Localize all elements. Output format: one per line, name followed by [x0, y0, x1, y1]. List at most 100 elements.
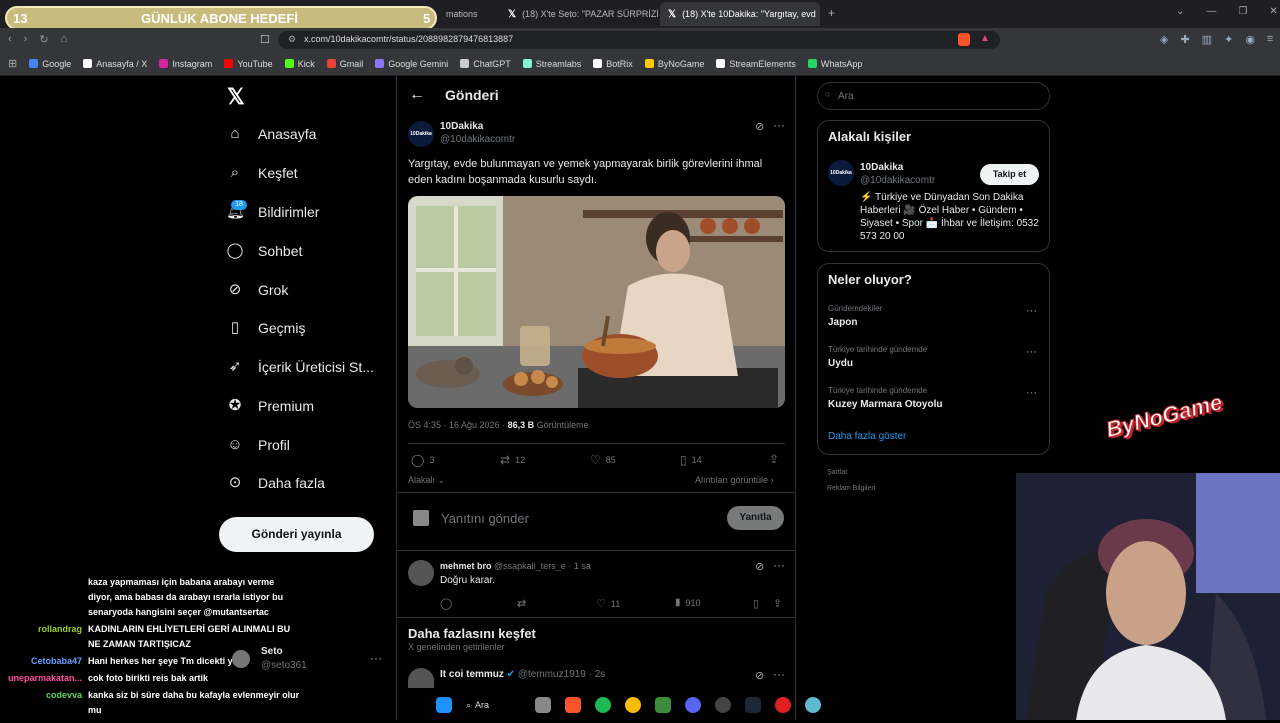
- nav-item[interactable]: ▯ Geçmiş: [226, 313, 306, 343]
- reply-action[interactable]: ◯: [440, 597, 452, 610]
- nav-item[interactable]: ✪ Premium: [226, 391, 314, 421]
- next-handle[interactable]: @temmuz1919: [518, 669, 586, 680]
- bookmark-item[interactable]: Gmail: [326, 59, 363, 69]
- bookmark-item[interactable]: ChatGPT: [460, 59, 511, 69]
- brave-rewards-icon[interactable]: ▲: [980, 33, 990, 44]
- trend-item[interactable]: Uydu: [828, 358, 853, 369]
- more-icon[interactable]: ···: [773, 558, 785, 572]
- obs-icon[interactable]: [715, 697, 732, 713]
- person-name[interactable]: 10Dakika: [860, 162, 903, 173]
- x-logo-icon[interactable]: 𝕏: [227, 84, 245, 110]
- bookmark-item[interactable]: Google: [29, 59, 71, 69]
- avatar[interactable]: [408, 560, 434, 586]
- repost-action[interactable]: ⇄ 12: [500, 453, 525, 467]
- nav-item[interactable]: ◯ Sohbet: [226, 236, 303, 266]
- share-action[interactable]: ⇪: [769, 452, 779, 466]
- app-icon[interactable]: [655, 697, 672, 713]
- forward-icon[interactable]: ›: [24, 33, 28, 46]
- windows-start-icon[interactable]: [436, 697, 452, 713]
- nav-item[interactable]: ⊘ Grok: [226, 275, 289, 305]
- vpn-icon[interactable]: ◉: [1245, 33, 1255, 46]
- maximize-icon[interactable]: ❐: [1238, 6, 1247, 17]
- grok-icon[interactable]: ⊘: [755, 120, 764, 133]
- brave-shield-icon[interactable]: [958, 33, 970, 46]
- reply-handle[interactable]: @ssapkali_ters_e: [494, 561, 566, 571]
- nav-item[interactable]: ⊙ Daha fazla: [226, 468, 325, 498]
- nav-item[interactable]: ⌕ Keşfet: [226, 158, 298, 188]
- chrome-icon[interactable]: [625, 697, 642, 713]
- post-author[interactable]: 10Dakika: [440, 121, 483, 132]
- repost-action[interactable]: ⇄: [517, 597, 526, 610]
- sidebar-icon[interactable]: ▥: [1202, 33, 1212, 46]
- reply-input[interactable]: Yanıtını gönder: [441, 511, 529, 526]
- share-action[interactable]: ⇪: [773, 597, 782, 610]
- view-quotes-link[interactable]: Alıntıları görüntüle ›: [695, 475, 774, 485]
- reply-action[interactable]: ◯ 3: [411, 453, 434, 467]
- trend-item[interactable]: Japon: [828, 317, 857, 328]
- apps-grid-icon[interactable]: ⊞: [8, 57, 17, 70]
- bookmark-page-icon[interactable]: ☐: [260, 33, 270, 46]
- nav-item[interactable]: ➶ İçerik Üreticisi St...: [226, 352, 374, 382]
- bookmark-action[interactable]: ▯: [753, 597, 759, 610]
- reload-icon[interactable]: ↻: [39, 33, 48, 46]
- menu-icon[interactable]: ≡: [1267, 33, 1273, 46]
- site-info-icon[interactable]: ⚙: [288, 34, 296, 45]
- puzzle-icon[interactable]: ✚: [1180, 33, 1189, 46]
- back-icon[interactable]: ‹: [8, 33, 12, 46]
- brave-icon[interactable]: [565, 697, 582, 713]
- extension-icon[interactable]: ◈: [1160, 33, 1168, 46]
- nav-item[interactable]: ⌂ Anasayfa: [226, 119, 316, 149]
- reply-author[interactable]: mehmet bro: [440, 561, 492, 571]
- follow-button[interactable]: Takip et: [980, 164, 1039, 185]
- bookmark-item[interactable]: ByNoGame: [644, 59, 704, 69]
- bookmark-action[interactable]: ▯ 14: [680, 453, 702, 467]
- url-field[interactable]: x.com/10dakikacomtr/status/2088982879476…: [278, 31, 1000, 49]
- avatar[interactable]: 10Dakika: [408, 121, 434, 147]
- avatar[interactable]: 10Dakika: [828, 160, 854, 186]
- bookmark-item[interactable]: BotRix: [593, 59, 633, 69]
- new-tab-icon[interactable]: +: [828, 6, 835, 20]
- close-window-icon[interactable]: ✕: [1269, 6, 1277, 17]
- more-icon[interactable]: ···: [1026, 305, 1037, 317]
- steam-icon[interactable]: [745, 697, 762, 713]
- discord-icon[interactable]: [685, 697, 702, 713]
- back-arrow-icon[interactable]: ←: [409, 86, 425, 104]
- like-action[interactable]: ♡ 85: [590, 453, 616, 467]
- bookmark-item[interactable]: Kick: [284, 59, 315, 69]
- post-timestamp[interactable]: ÖS 4:35 · 16 Ağu 2026 ·: [408, 420, 508, 430]
- browser-tab-active[interactable]: 𝕏(18) X'te 10Dakika: "Yargıtay, evd✕: [660, 2, 820, 26]
- more-icon[interactable]: ···: [773, 667, 785, 681]
- chevron-down-icon[interactable]: ⌄: [1176, 6, 1184, 17]
- minimize-icon[interactable]: —: [1206, 6, 1216, 17]
- show-more-link[interactable]: Daha fazla göster: [828, 431, 906, 442]
- bookmark-item[interactable]: Streamlabs: [522, 59, 581, 69]
- like-action[interactable]: ♡ 11: [596, 597, 620, 610]
- reply-button[interactable]: Yanıtla: [727, 506, 784, 530]
- task-view-icon[interactable]: [535, 697, 552, 713]
- views-action[interactable]: ▮ 910: [675, 597, 701, 608]
- bookmark-item[interactable]: Google Gemini: [375, 59, 448, 69]
- home-icon[interactable]: ⌂: [61, 33, 68, 46]
- footer-terms[interactable]: Şartlar: [827, 469, 848, 476]
- next-author[interactable]: It coi temmuz: [440, 669, 504, 680]
- leo-icon[interactable]: ✦: [1224, 33, 1233, 46]
- more-icon[interactable]: ···: [773, 118, 785, 132]
- more-icon[interactable]: ···: [1026, 346, 1037, 358]
- post-handle[interactable]: @10dakikacomtr: [440, 134, 515, 145]
- avatar[interactable]: [408, 668, 434, 688]
- post-image[interactable]: [408, 196, 785, 408]
- nav-item[interactable]: ☺ Profil: [226, 430, 290, 460]
- app-icon[interactable]: [805, 697, 822, 713]
- bookmark-item[interactable]: Instagram: [159, 59, 212, 69]
- bookmark-item[interactable]: WhatsApp: [807, 59, 862, 69]
- related-sort[interactable]: Alakalı ⌄: [408, 475, 445, 486]
- bookmark-item[interactable]: Anasayfa / X: [83, 59, 147, 69]
- footer-ads[interactable]: Reklam Bilgileri: [827, 485, 875, 492]
- bookmark-item[interactable]: YouTube: [224, 59, 273, 69]
- person-handle[interactable]: @10dakikacomtr: [860, 175, 935, 186]
- grok-icon[interactable]: ⊘: [755, 669, 764, 682]
- browser-tab[interactable]: mations: [438, 2, 500, 26]
- youtube-icon[interactable]: [775, 697, 792, 713]
- more-icon[interactable]: ···: [1026, 387, 1037, 399]
- trend-item[interactable]: Kuzey Marmara Otoyolu: [828, 399, 942, 410]
